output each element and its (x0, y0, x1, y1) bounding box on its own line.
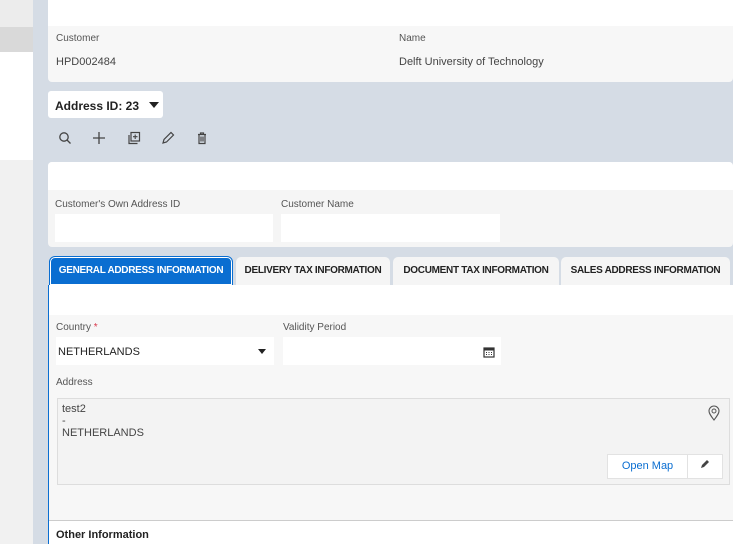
plus-icon[interactable] (90, 131, 108, 149)
edit-icon[interactable] (159, 131, 177, 149)
own-address-id-input[interactable] (55, 214, 273, 242)
customer-label: Customer (56, 33, 100, 44)
customer-name-input[interactable] (281, 214, 500, 242)
country-select[interactable]: NETHERLANDS (56, 337, 274, 365)
address-box: test2- NETHERLANDS Open Map (57, 398, 730, 485)
tab-general-address-information[interactable]: GENERAL ADDRESS INFORMATION (49, 256, 233, 286)
name-label: Name (399, 33, 426, 44)
tab-delivery-tax-information[interactable]: DELIVERY TAX INFORMATION (236, 257, 390, 285)
filter-card: Customer's Own Address ID Customer Name (48, 162, 733, 247)
customer-header-card: Customer HPD002484 Name Delft University… (48, 0, 733, 82)
calendar-icon[interactable] (483, 345, 495, 363)
search-icon[interactable] (56, 131, 74, 149)
map-pin-icon (708, 405, 720, 426)
left-panel (0, 0, 33, 544)
edit-icon (701, 460, 709, 468)
edit-address-button[interactable] (687, 454, 723, 479)
customer-value: HPD002484 (56, 56, 116, 68)
validity-period-label: Validity Period (283, 322, 347, 333)
validity-period-input[interactable] (283, 337, 501, 365)
customer-name-label: Customer Name (281, 199, 354, 210)
duplicate-icon[interactable] (125, 131, 143, 149)
address-id-dropdown[interactable]: Address ID: 23 (48, 91, 163, 118)
caret-down-icon (258, 349, 266, 354)
general-address-panel: Country * NETHERLANDS Validity Period Ad… (48, 285, 733, 544)
address-text: test2- NETHERLANDS (62, 403, 144, 439)
address-id-label: Address ID: 23 (55, 99, 140, 113)
caret-down-icon (149, 102, 160, 108)
delete-icon[interactable] (193, 131, 211, 149)
open-map-button[interactable]: Open Map (607, 454, 688, 479)
country-value: NETHERLANDS (58, 346, 140, 358)
name-value: Delft University of Technology (399, 56, 544, 68)
country-label: Country * (56, 322, 98, 333)
tab-sales-address-information[interactable]: SALES ADDRESS INFORMATION (561, 257, 730, 285)
other-information-heading: Other Information (56, 529, 149, 541)
own-address-id-label: Customer's Own Address ID (55, 199, 181, 210)
tab-document-tax-information[interactable]: DOCUMENT TAX INFORMATION (393, 257, 559, 285)
address-label: Address (56, 377, 93, 388)
